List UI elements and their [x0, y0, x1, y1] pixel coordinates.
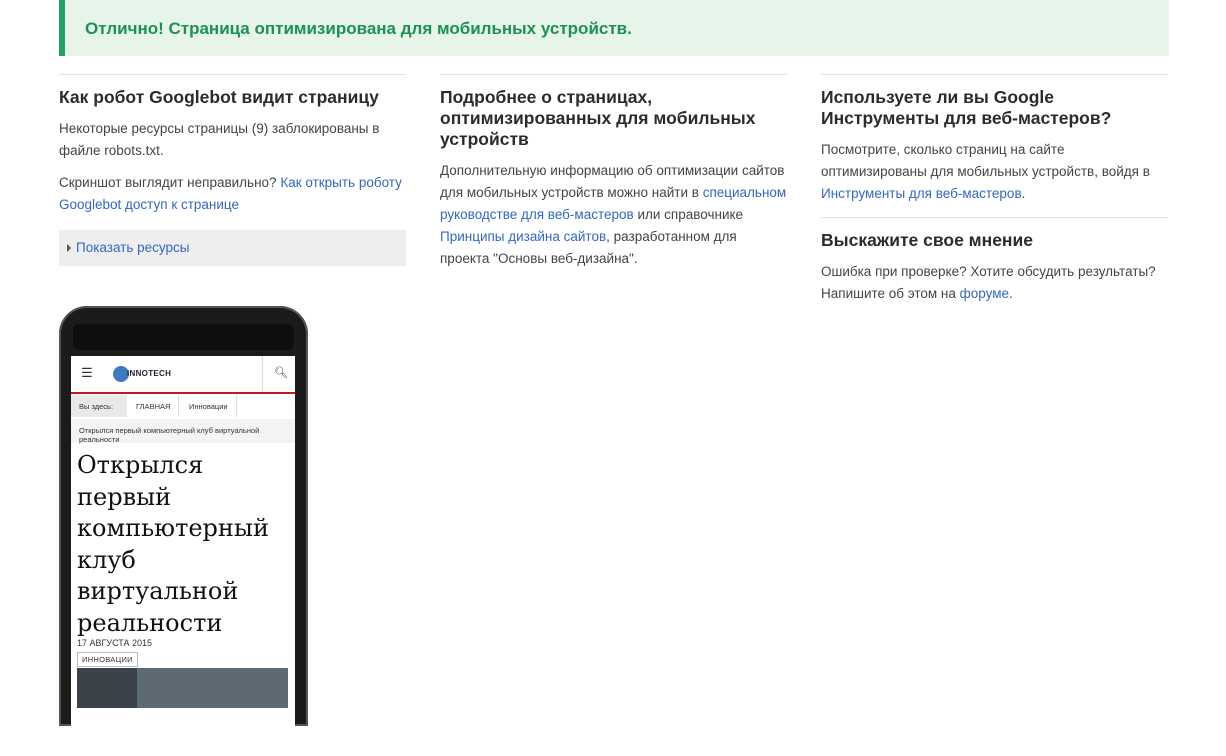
webmaster-tools-heading: Используете ли вы Google Инструменты для… [821, 87, 1112, 128]
screenshot-question: Скриншот выглядит неправильно? [59, 175, 277, 190]
mobile-logo: INNOTECH [127, 369, 172, 378]
mobile-breadcrumb: Вы здесь: ГЛАВНАЯ Инновации [71, 395, 295, 417]
divider [440, 74, 787, 75]
article-title: Открылся первый компьютерный клуб виртуа… [77, 451, 270, 637]
article-date: 17 АВГУСТА 2015 [77, 638, 153, 648]
triangle-right-icon [67, 244, 71, 252]
show-resources-link[interactable]: Показать ресурсы [76, 240, 189, 255]
webmaster-tools-link[interactable]: Инструменты для веб-мастеров [821, 186, 1022, 201]
mobile-info-column: Подробнее о страницах, оптимизированных … [440, 74, 787, 270]
divider [821, 217, 1168, 218]
breadcrumb-current: Открылся первый компьютерный клуб виртуа… [71, 419, 295, 444]
mobile-info-text: Дополнительную информацию об оптимизации… [440, 160, 787, 270]
phone-screen: ☰ INNOTECH 🔍︎ Вы здесь: ГЛАВНАЯ Инноваци… [71, 356, 295, 756]
phone-preview: ☰ INNOTECH 🔍︎ Вы здесь: ГЛАВНАЯ Инноваци… [59, 306, 308, 756]
googlebot-column: Как робот Googlebot видит страницу Некот… [59, 74, 406, 266]
search-icon: 🔍︎ [274, 367, 288, 379]
feedback-text: Ошибка при проверке? Хотите обсудить рез… [821, 261, 1168, 305]
design-principles-link[interactable]: Принципы дизайна сайтов [440, 229, 606, 244]
breadcrumb-label: Вы здесь: [71, 395, 127, 417]
breadcrumb-category: Инновации [189, 395, 237, 417]
mobile-search-button: 🔍︎ [262, 356, 295, 392]
divider [821, 74, 1168, 75]
article-image [77, 668, 288, 708]
webmaster-tools-text: Посмотрите, сколько страниц на сайте опт… [821, 139, 1168, 205]
article-image-detail [137, 668, 288, 708]
feedback-text-part: . [1009, 286, 1013, 301]
breadcrumb-home: ГЛАВНАЯ [128, 395, 180, 417]
feedback-heading: Выскажите свое мнение [821, 230, 1033, 250]
success-message: Отлично! Страница оптимизирована для моб… [85, 19, 632, 38]
mobile-header: ☰ INNOTECH 🔍︎ [71, 356, 295, 394]
googlebot-heading: Как робот Googlebot видит страницу [59, 87, 379, 107]
show-resources-toggle[interactable]: Показать ресурсы [59, 230, 406, 266]
blocked-resources-text: Некоторые ресурсы страницы (9) заблокиро… [59, 121, 380, 158]
phone-speaker [73, 324, 294, 350]
webmaster-tools-text-part: . [1021, 186, 1026, 201]
mobile-info-heading: Подробнее о страницах, оптимизированных … [440, 87, 756, 149]
screenshot-help: Скриншот выглядит неправильно? Как откры… [59, 172, 406, 216]
success-banner: Отлично! Страница оптимизирована для моб… [59, 0, 1169, 56]
mobile-info-text-part: или справочнике [637, 207, 744, 222]
divider [59, 74, 406, 75]
forum-link[interactable]: форуме [960, 286, 1009, 301]
hamburger-icon: ☰ [81, 365, 93, 380]
webmaster-tools-column: Используете ли вы Google Инструменты для… [821, 74, 1168, 305]
webmaster-tools-text-part: Посмотрите, сколько страниц на сайте опт… [821, 142, 1150, 179]
article-tag: ИННОВАЦИИ [77, 652, 138, 667]
